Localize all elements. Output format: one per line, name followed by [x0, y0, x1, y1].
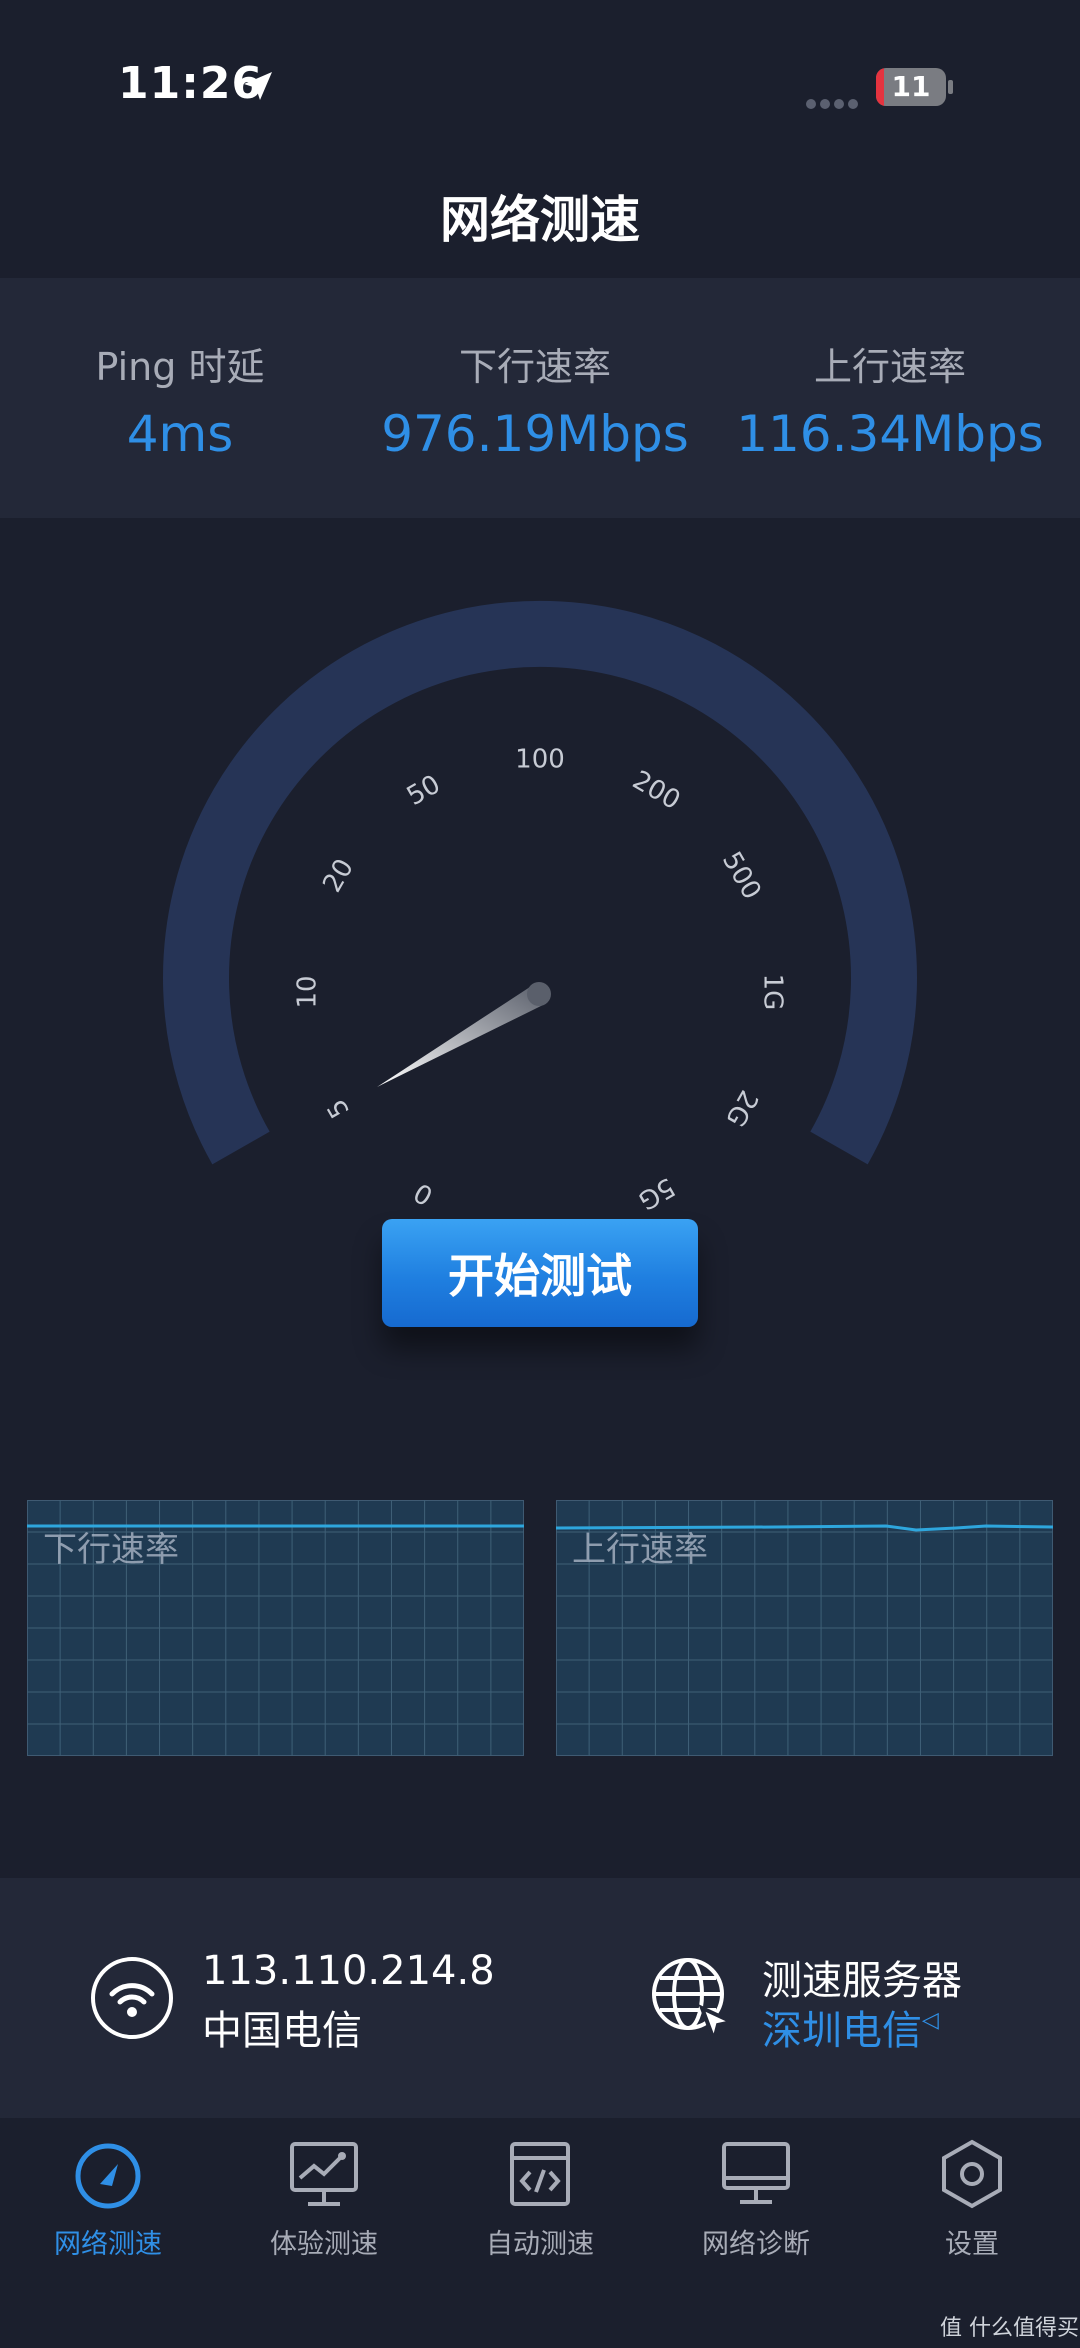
server-name-link[interactable]: 深圳电信	[762, 1998, 922, 2056]
speedometer-icon	[75, 2143, 141, 2209]
server-select-arrow-icon[interactable]: ◁	[922, 2008, 939, 2033]
ping-label: Ping 时延	[95, 345, 265, 389]
upload-stat: 上行速率 116.34Mbps	[710, 336, 1070, 463]
download-graph-label: 下行速率	[43, 1530, 179, 1570]
watermark: 值 什么值得买	[940, 2316, 1079, 2341]
upload-graph-label: 上行速率	[572, 1530, 708, 1570]
download-stat: 下行速率 976.19Mbps	[355, 336, 715, 463]
gauge-needle	[377, 982, 551, 1087]
code-window-icon	[510, 2142, 570, 2206]
gauge-tick-label: 500	[716, 847, 767, 905]
tab-experience-test[interactable]: 体验测速	[216, 2136, 432, 2261]
upload-label: 上行速率	[813, 345, 966, 389]
download-graph: 下行速率	[26, 1499, 525, 1757]
page-title: 网络测速	[440, 191, 640, 249]
location-arrow-icon	[244, 72, 272, 100]
battery-cap	[948, 80, 953, 94]
start-test-button[interactable]: 开始测试	[382, 1219, 698, 1327]
tab-label: 自动测速	[486, 2229, 594, 2260]
speed-gauge: 0 5 10 20 50 100 200 500 1G 2G 5G	[163, 600, 917, 1216]
ping-value: 4ms	[126, 405, 234, 463]
download-label: 下行速率	[458, 345, 611, 389]
gauge-ticks: 0 5 10 20 50 100 200 500 1G 2G 5G	[293, 745, 788, 1216]
upload-value: 116.34Mbps	[736, 405, 1044, 463]
download-value: 976.19Mbps	[381, 405, 689, 463]
tab-label: 设置	[945, 2229, 999, 2260]
desktop-icon	[722, 2142, 790, 2204]
gauge-tick-label: 100	[515, 745, 565, 775]
tab-label: 体验测速	[270, 2229, 378, 2260]
upload-graph: 上行速率	[555, 1499, 1054, 1757]
hexagon-gear-icon	[942, 2139, 1002, 2209]
globe-cursor-icon[interactable]	[648, 1954, 736, 2042]
tab-label: 网络测速	[54, 2229, 162, 2260]
tab-auto-test[interactable]: 自动测速	[432, 2136, 648, 2261]
gauge-tick-label: 1G	[758, 974, 788, 1011]
gauge-tick-label: 10	[293, 975, 323, 1008]
battery-icon: 11	[876, 68, 946, 106]
gauge-tick-label: 2G	[719, 1085, 763, 1132]
tab-label: 网络诊断	[702, 2229, 810, 2260]
gauge-tick-label: 20	[317, 854, 360, 898]
ip-address: 113.110.214.8	[202, 1948, 495, 1994]
gauge-track	[163, 600, 917, 1165]
gauge-tick-label: 50	[402, 769, 446, 812]
gauge-tick-label: 200	[627, 765, 685, 816]
monitor-chart-icon	[290, 2142, 358, 2206]
tab-settings[interactable]: 设置	[864, 2136, 1080, 2261]
gauge-tick-label: 0	[409, 1176, 438, 1210]
battery-level: 11	[891, 70, 931, 103]
gauge-tick-label: 5	[322, 1094, 356, 1123]
isp-name: 中国电信	[202, 2008, 362, 2054]
tab-bar: 网络测速 体验测速 自动测速 网络诊断 设置	[0, 2118, 1080, 2348]
tab-speed-test[interactable]: 网络测速	[0, 2136, 216, 2261]
signal-dots-icon	[806, 94, 862, 113]
wifi-icon	[91, 1957, 173, 2039]
stats-panel: Ping 时延 4ms 下行速率 976.19Mbps 上行速率 116.34M…	[0, 278, 1080, 518]
ping-stat: Ping 时延 4ms	[0, 336, 360, 463]
gauge-tick-label: 5G	[633, 1171, 680, 1215]
tab-network-diagnosis[interactable]: 网络诊断	[648, 2136, 864, 2261]
